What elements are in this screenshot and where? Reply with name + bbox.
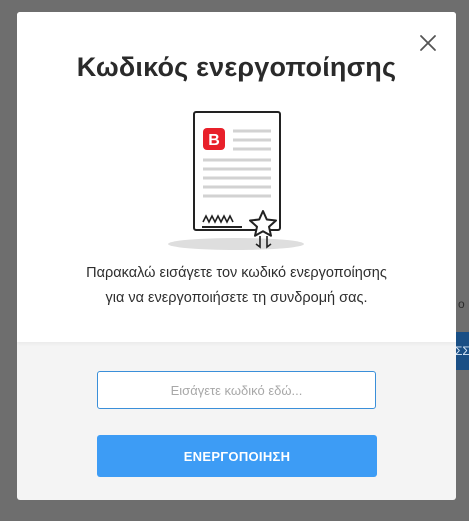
close-button[interactable] xyxy=(417,32,439,54)
modal-header-section: Κωδικός ενεργοποίησης B Παρακαλώ εισάγετ… xyxy=(17,12,456,342)
description-line-2: για να ενεργοποιήσετε τη συνδρομή σας. xyxy=(105,290,368,306)
background-button: ΣΣ xyxy=(455,332,469,370)
activation-modal: Κωδικός ενεργοποίησης B Παρακαλώ εισάγετ… xyxy=(17,12,456,500)
certificate-icon: B xyxy=(165,110,307,256)
description-line-1: Παρακαλώ εισάγετε τον κωδικό ενεργοποίησ… xyxy=(86,265,387,281)
modal-description: Παρακαλώ εισάγετε τον κωδικό ενεργοποίησ… xyxy=(37,261,436,311)
activate-button[interactable]: ΕΝΕΡΓΟΠΟΙΗΣΗ xyxy=(97,435,377,477)
activation-code-input[interactable] xyxy=(97,371,376,409)
brand-logo-letter: B xyxy=(208,132,220,149)
modal-title: Κωδικός ενεργοποίησης xyxy=(76,52,397,82)
background-text: ο xyxy=(458,297,465,311)
close-icon xyxy=(420,35,436,51)
